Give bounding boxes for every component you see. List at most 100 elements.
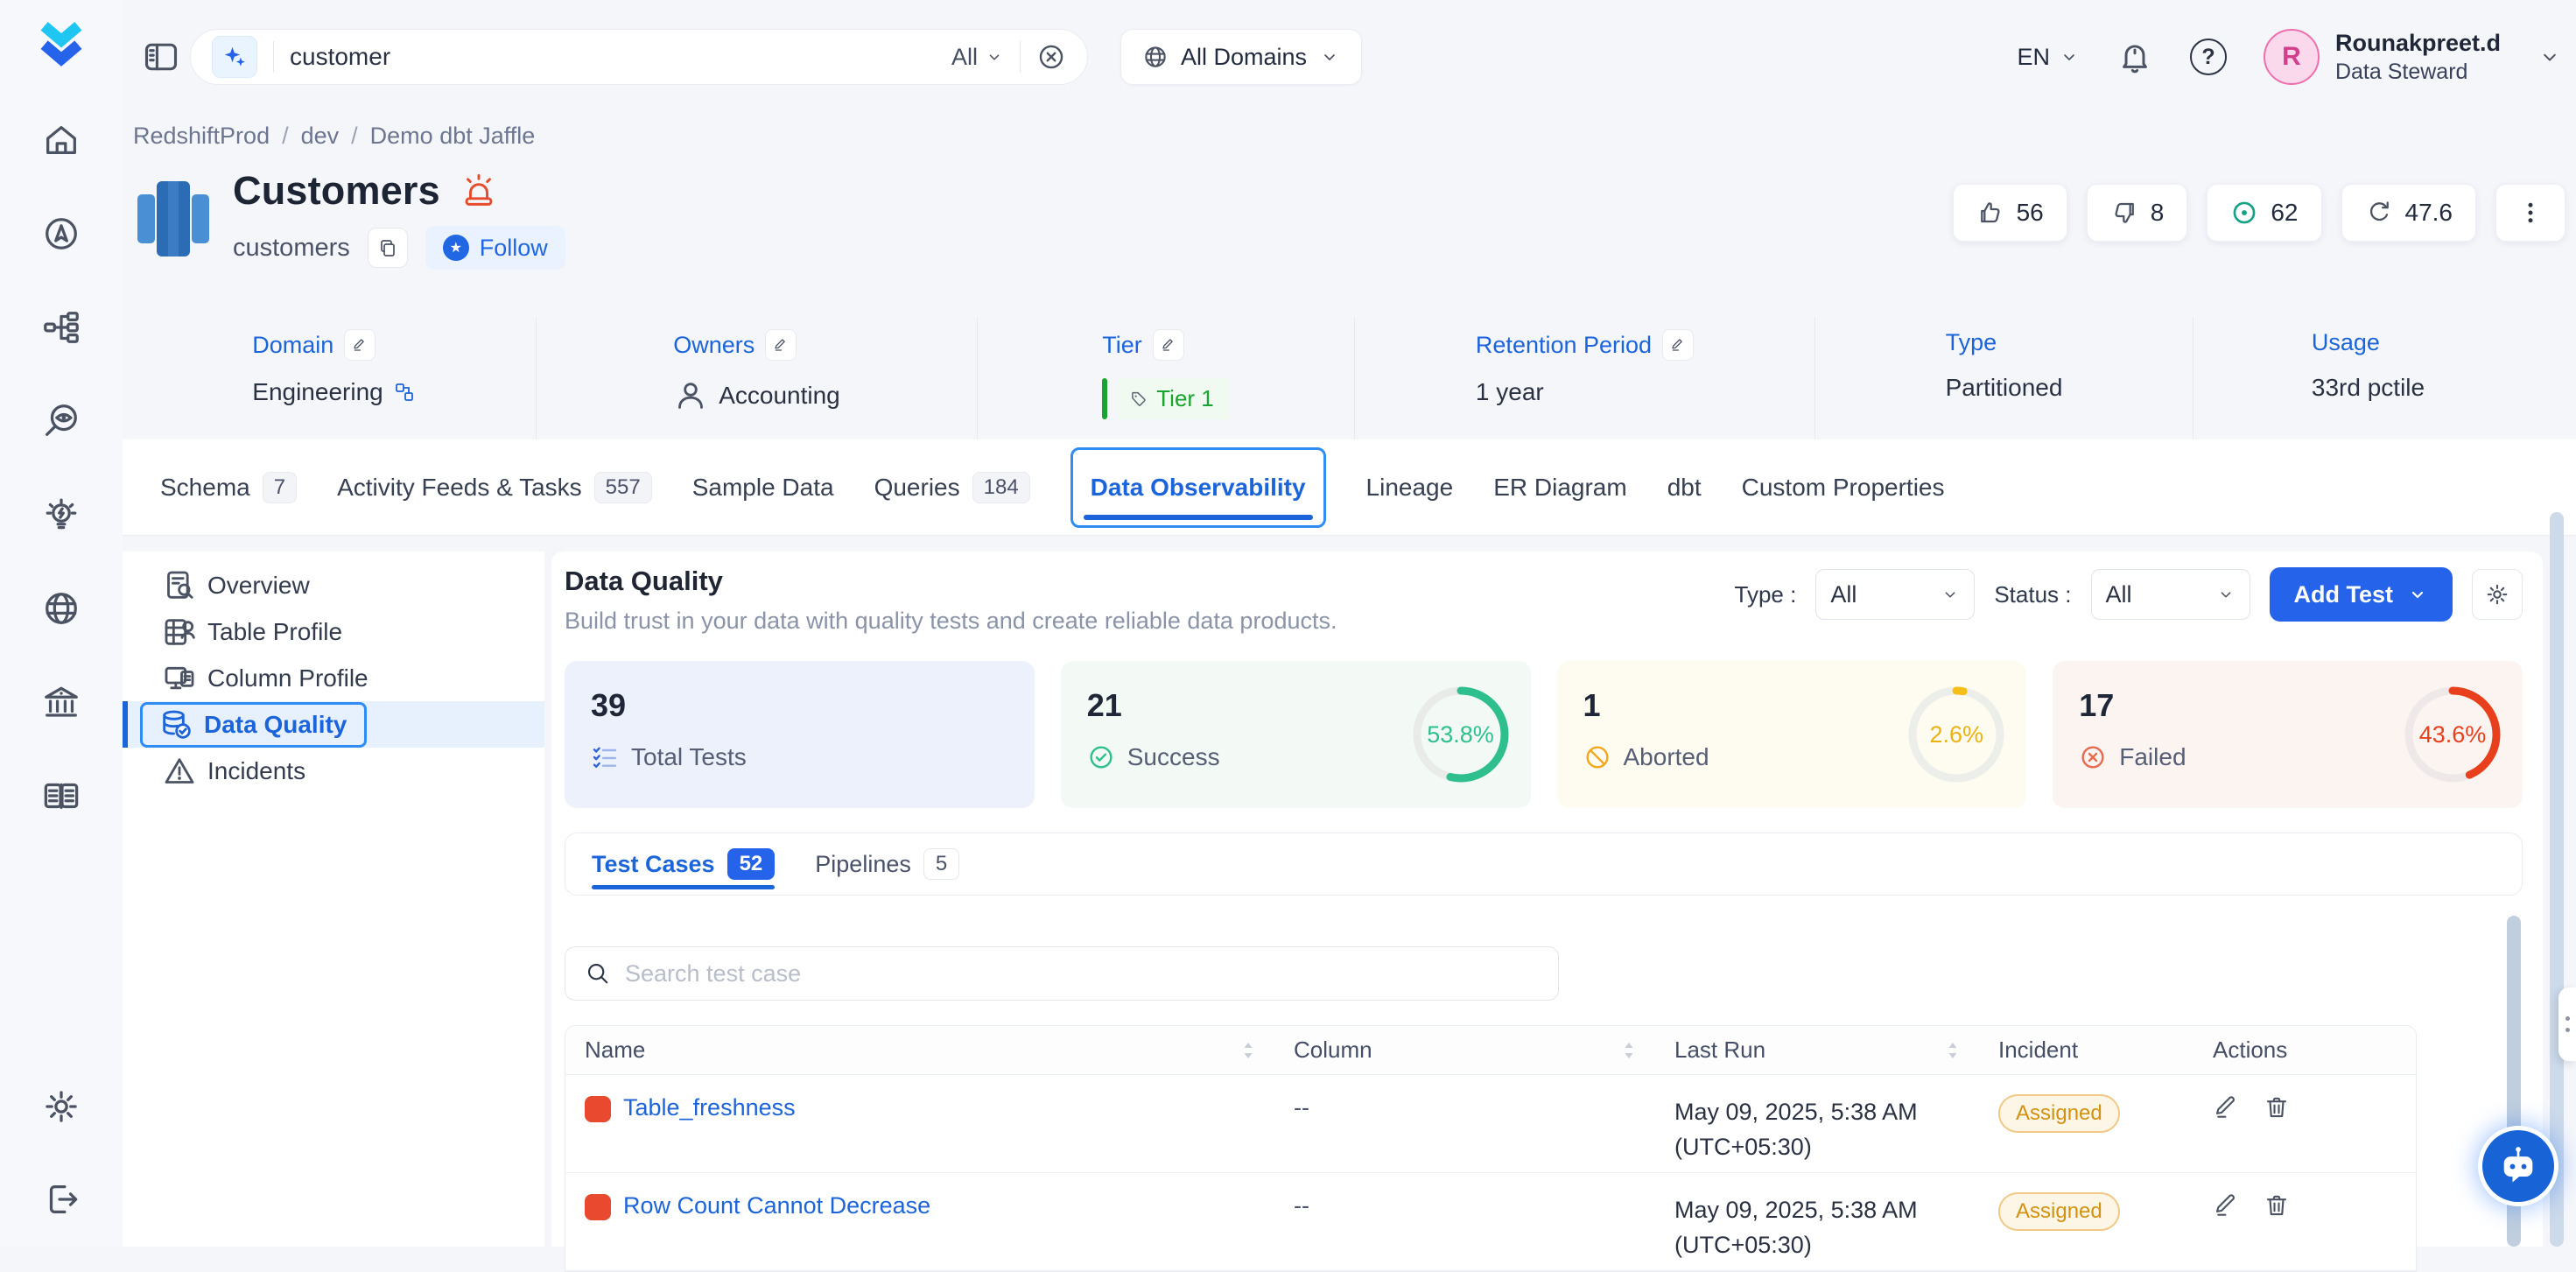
tier-badge[interactable]: Tier 1: [1102, 378, 1230, 419]
governance-bank-icon[interactable]: [40, 681, 82, 723]
owners-value[interactable]: Accounting: [719, 382, 840, 410]
breadcrumb-database[interactable]: dev: [301, 123, 340, 150]
popularity-button[interactable]: 47.6: [2341, 184, 2477, 242]
tab-sample-data[interactable]: Sample Data: [692, 439, 834, 535]
chevron-down-icon: [985, 47, 1004, 67]
tab-test-cases[interactable]: Test Cases 52: [592, 833, 775, 895]
home-icon[interactable]: [40, 119, 82, 161]
domain-value[interactable]: Engineering: [252, 378, 383, 406]
edit-test-icon[interactable]: [2213, 1192, 2239, 1219]
glossary-book-icon[interactable]: [40, 775, 82, 817]
entity-tabs: Schema7 Activity Feeds & Tasks557 Sample…: [123, 439, 2576, 536]
user-name: Rounakpreet.d: [2335, 28, 2501, 58]
tab-lineage[interactable]: Lineage: [1366, 439, 1454, 535]
menu-item-overview[interactable]: Overview: [123, 562, 544, 608]
incident-status-badge[interactable]: Assigned: [1998, 1192, 2120, 1231]
total-tests-card[interactable]: 39 Total Tests: [565, 661, 1035, 808]
tab-schema[interactable]: Schema7: [160, 439, 297, 535]
settings-icon[interactable]: [40, 1086, 82, 1128]
aborted-tests-card[interactable]: 1 Aborted 2.6%: [1557, 661, 2027, 808]
add-test-button[interactable]: Add Test: [2270, 567, 2453, 622]
domains-globe-icon[interactable]: [40, 587, 82, 629]
status-filter-select[interactable]: All: [2091, 569, 2250, 620]
tab-dbt[interactable]: dbt: [1667, 439, 1702, 535]
test-case-search[interactable]: [565, 946, 1559, 1001]
chat-bot-icon: [2496, 1144, 2540, 1188]
tab-custom-properties[interactable]: Custom Properties: [1742, 439, 1945, 535]
global-search-bar[interactable]: All: [190, 29, 1088, 85]
help-icon[interactable]: ?: [2190, 39, 2227, 75]
language-selector[interactable]: EN: [2017, 44, 2080, 71]
sort-name-icon[interactable]: [1241, 1040, 1255, 1061]
app-logo-icon[interactable]: [34, 19, 88, 77]
edit-tier-icon[interactable]: [1153, 329, 1184, 361]
sidebar-toggle-icon[interactable]: [142, 38, 180, 76]
success-ring-gauge: 53.8%: [1408, 682, 1513, 787]
tab-pipelines[interactable]: Pipelines 5: [815, 833, 959, 895]
tag-icon: [1130, 390, 1148, 408]
chevron-down-icon: [1319, 46, 1340, 67]
upvote-button[interactable]: 56: [1953, 184, 2067, 242]
insights-bulb-icon[interactable]: [40, 494, 82, 536]
chat-bot-button[interactable]: [2482, 1130, 2554, 1202]
downvote-button[interactable]: 8: [2087, 184, 2188, 242]
edit-test-icon[interactable]: [2213, 1094, 2239, 1121]
delete-test-icon[interactable]: [2264, 1094, 2290, 1121]
user-menu[interactable]: R Rounakpreet.d Data Steward: [2264, 28, 2501, 86]
test-case-search-input[interactable]: [625, 960, 1539, 987]
chevron-down-icon: [2407, 584, 2428, 605]
observability-search-icon[interactable]: [40, 400, 82, 442]
sort-column-icon[interactable]: [1622, 1040, 1636, 1061]
tab-activity-feeds[interactable]: Activity Feeds & Tasks557: [337, 439, 652, 535]
domains-filter-button[interactable]: All Domains: [1120, 29, 1362, 85]
edit-owners-icon[interactable]: [765, 329, 797, 361]
edit-domain-icon[interactable]: [344, 329, 376, 361]
edit-retention-icon[interactable]: [1662, 329, 1694, 361]
clear-search-icon[interactable]: [1036, 42, 1066, 72]
failed-tests-card[interactable]: 17 Failed 43.6%: [2053, 661, 2523, 808]
tab-data-observability[interactable]: Data Observability: [1070, 447, 1326, 528]
section-subtitle: Build trust in your data with quality te…: [565, 608, 1337, 635]
type-value: Partitioned: [1946, 374, 2063, 402]
kebab-menu-icon[interactable]: [2495, 184, 2565, 242]
chevron-down-icon[interactable]: [2537, 45, 2562, 69]
ai-sparkle-icon[interactable]: [212, 36, 257, 78]
test-case-link[interactable]: Table_freshness: [623, 1094, 796, 1121]
alert-siren-icon[interactable]: [460, 172, 498, 210]
chevron-down-icon: [2216, 585, 2236, 604]
search-scope-dropdown[interactable]: All: [951, 44, 1004, 71]
copy-icon[interactable]: [368, 228, 408, 268]
success-tests-card[interactable]: 21 Success 53.8%: [1061, 661, 1531, 808]
type-filter-select[interactable]: All: [1815, 569, 1975, 620]
sort-last-run-icon[interactable]: [1946, 1040, 1960, 1061]
entity-name: customers: [233, 234, 350, 263]
page-title: Customers: [233, 168, 440, 214]
explore-compass-icon[interactable]: [40, 213, 82, 255]
side-panel-handle[interactable]: [2558, 987, 2576, 1061]
views-button[interactable]: 62: [2207, 184, 2321, 242]
menu-item-table-profile[interactable]: Table Profile: [123, 608, 544, 655]
rail-nav: [40, 119, 82, 817]
data-flow-icon[interactable]: [40, 306, 82, 348]
test-settings-gear-icon[interactable]: [2472, 569, 2523, 620]
logout-icon[interactable]: [40, 1178, 82, 1220]
menu-item-column-profile[interactable]: Column Profile: [123, 655, 544, 701]
follow-button[interactable]: ★ Follow: [425, 226, 565, 270]
section-title: Data Quality: [565, 566, 1337, 597]
test-case-link[interactable]: Row Count Cannot Decrease: [623, 1192, 930, 1219]
search-icon: [585, 960, 611, 987]
global-search-input[interactable]: [290, 43, 951, 71]
breadcrumb-schema[interactable]: Demo dbt Jaffle: [370, 123, 536, 150]
domain-link-icon: [394, 382, 415, 403]
page-scrollbar[interactable]: [2550, 512, 2564, 1247]
failed-ring-gauge: 43.6%: [2400, 682, 2505, 787]
menu-item-data-quality[interactable]: Data Quality: [123, 701, 544, 748]
tab-er-diagram[interactable]: ER Diagram: [1493, 439, 1626, 535]
tab-queries[interactable]: Queries184: [874, 439, 1030, 535]
delete-test-icon[interactable]: [2264, 1192, 2290, 1219]
incident-status-badge[interactable]: Assigned: [1998, 1094, 2120, 1133]
team-icon: [673, 378, 708, 413]
menu-item-incidents[interactable]: Incidents: [123, 748, 544, 794]
notifications-bell-icon[interactable]: [2116, 39, 2153, 75]
breadcrumb-service[interactable]: RedshiftProd: [133, 123, 270, 150]
